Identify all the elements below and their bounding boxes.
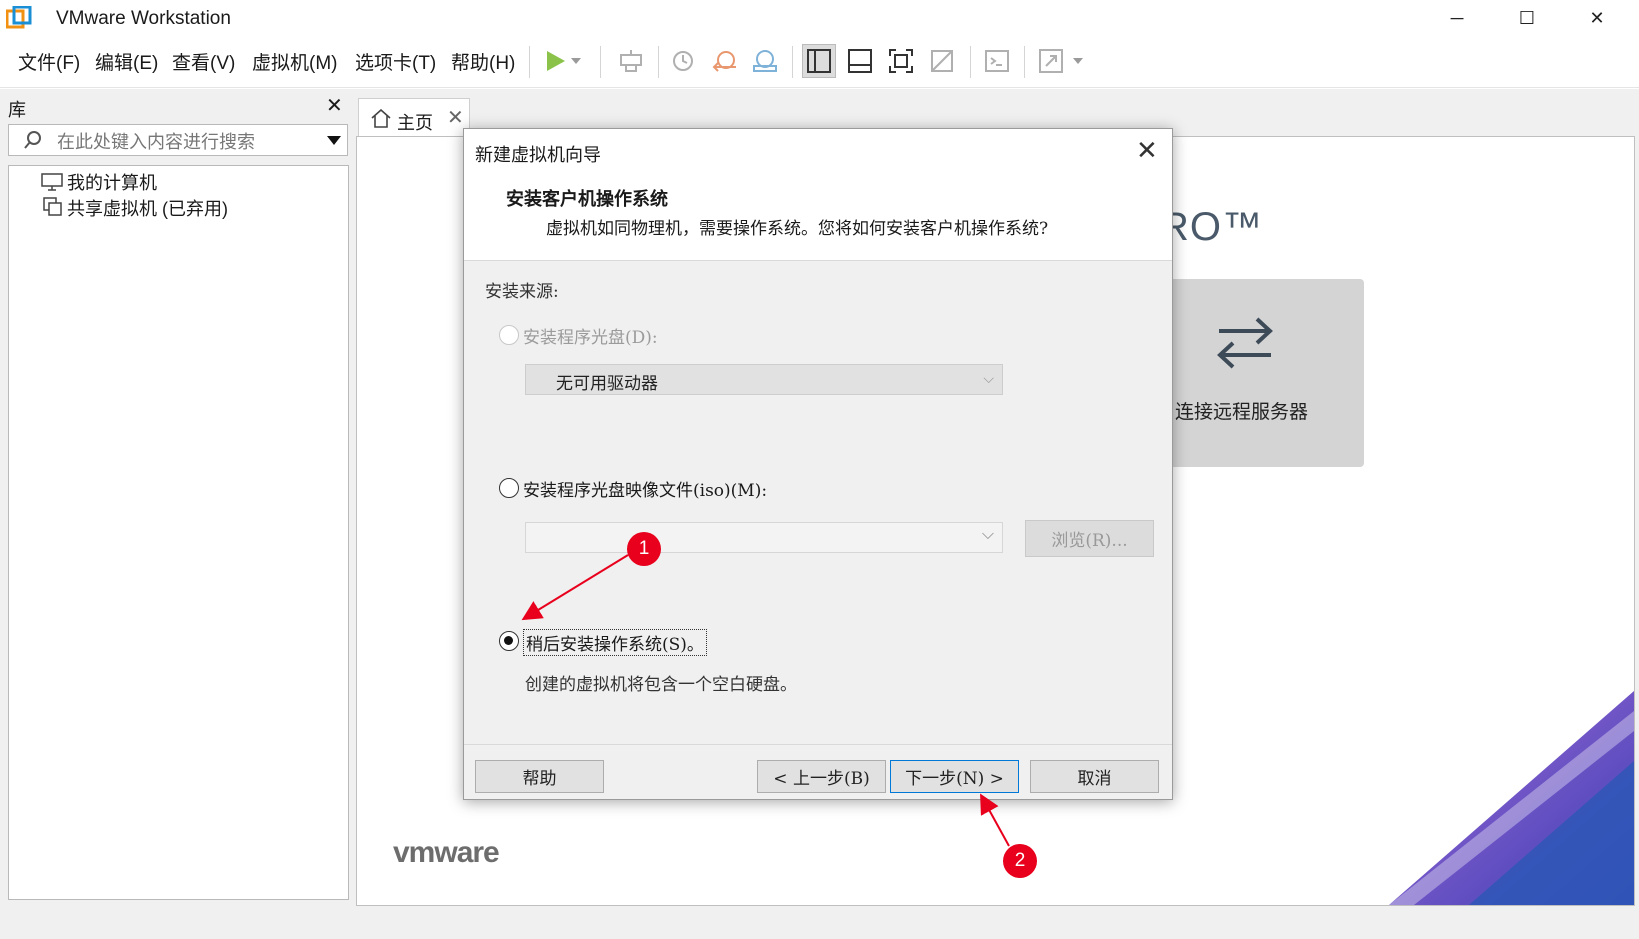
- annotation-arrows: [521, 554, 1010, 847]
- annotation-badge-2: 2: [1003, 844, 1037, 878]
- annotation-badge-1: 1: [627, 532, 661, 566]
